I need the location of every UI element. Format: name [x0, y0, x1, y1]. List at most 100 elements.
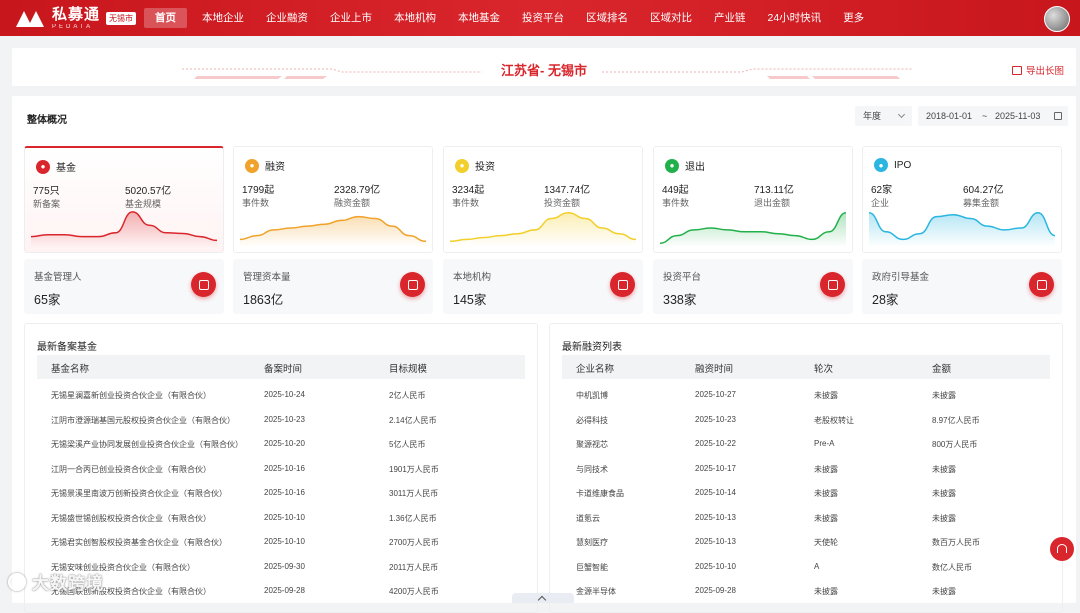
- table-cell[interactable]: 金源半导体: [576, 586, 686, 597]
- summary-card[interactable]: 本地机构 145家: [443, 259, 643, 314]
- card-value-1: 62家: [871, 185, 893, 196]
- table-cell: 1901万人民币: [389, 464, 439, 474]
- table-row[interactable]: 江阴一合丙已创业投资合伙企业（有限合伙） 2025-10-16 1901万人民币: [37, 456, 525, 481]
- table-row[interactable]: 中机凯博 2025-10-27 未披露 未披露: [562, 382, 1050, 407]
- date-start[interactable]: 2018-01-01: [926, 106, 972, 126]
- bar-chart-icon[interactable]: [820, 272, 845, 297]
- table-cell: 2025-10-23: [264, 414, 305, 424]
- table-cell: A: [814, 561, 820, 571]
- card-trend-chart: [660, 212, 846, 247]
- table-row[interactable]: 无锡国联创新股权投资合伙企业（有限合伙） 2025-09-28 4200万人民币: [37, 578, 525, 603]
- nav-item[interactable]: 本地机构: [383, 8, 447, 28]
- stat-card-financing[interactable]: ● 融资 1799起 事件数 2328.79亿 融资金额: [233, 146, 433, 253]
- stat-card-fund[interactable]: ● 基金 775只 新备案 5020.57亿 基金规模: [24, 146, 224, 253]
- table-cell[interactable]: 慧刻医疗: [576, 537, 686, 548]
- table-cell[interactable]: 无锡梁溪产业协同发展创业投资合伙企业（有限合伙）: [51, 439, 251, 450]
- table-row[interactable]: 慧刻医疗 2025-10-13 天使轮 数百万人民币: [562, 529, 1050, 554]
- table-row[interactable]: 无锡君实创智股权投资基金合伙企业（有限合伙） 2025-10-10 2700万人民币: [37, 529, 525, 554]
- table-row[interactable]: 金源半导体 2025-09-28 未披露 未披露: [562, 578, 1050, 603]
- summary-card[interactable]: 基金管理人 65家: [24, 259, 224, 314]
- table-cell[interactable]: 道氪云: [576, 513, 686, 524]
- table-cell[interactable]: 巨蟹智能: [576, 562, 686, 573]
- nav-item[interactable]: 区域对比: [639, 8, 703, 28]
- table-row[interactable]: 必得科技 2025-10-23 老股权转让 8.97亿人民币: [562, 407, 1050, 432]
- card-value-1: 449起: [662, 185, 689, 196]
- table-cell[interactable]: 江阴市澄源瑞基国元股权投资合伙企业（有限合伙）: [51, 415, 251, 426]
- table-row[interactable]: 无锡盛世锡创股权投资合伙企业（有限合伙） 2025-10-10 1.36亿人民币: [37, 505, 525, 530]
- scroll-to-top-tab[interactable]: [512, 593, 574, 603]
- nav-item[interactable]: 本地企业: [191, 8, 255, 28]
- brand-name: 私募通: [52, 5, 101, 23]
- nav-item[interactable]: 首页: [144, 8, 187, 28]
- pie-chart-icon[interactable]: [400, 272, 425, 297]
- table-row[interactable]: 无锡安味创业投资合伙企业（有限合伙） 2025-09-30 2011万人民币: [37, 554, 525, 579]
- table-cell: 未披露: [932, 513, 956, 523]
- table-cell: 2025-10-10: [264, 512, 305, 522]
- table-cell: 2025-10-20: [264, 439, 305, 448]
- period-select[interactable]: 年度: [855, 106, 912, 126]
- summary-card[interactable]: 政府引导基金 28家: [862, 259, 1062, 314]
- table-cell[interactable]: 无锡盛世锡创股权投资合伙企业（有限合伙）: [51, 513, 251, 524]
- top-nav-bar: 私募通 PEDATA 无锡市 首页 本地企业 企业融资 企业上市 本地机构 本地基金 投资平…: [0, 0, 1080, 36]
- nav-item[interactable]: 投资平台: [511, 8, 575, 28]
- nav-item[interactable]: 产业链: [703, 8, 757, 28]
- chevron-down-icon: [897, 110, 906, 119]
- card-trend-chart: [240, 215, 426, 247]
- summary-label: 投资平台: [663, 272, 702, 283]
- date-separator: ~: [982, 111, 988, 121]
- table-row[interactable]: 江阴市澄源瑞基国元股权投资合伙企业（有限合伙） 2025-10-23 2.14亿人民…: [37, 407, 525, 432]
- table-cell[interactable]: 与同技术: [576, 464, 686, 475]
- date-end[interactable]: 2025-11-03: [995, 106, 1040, 126]
- nav-item[interactable]: 更多: [832, 8, 875, 28]
- overview-panel: 整体概况 年度 2018-01-01 ~ 2025-11-03 ● 基金 775只新…: [12, 96, 1076, 613]
- table-cell[interactable]: 中机凯博: [576, 390, 686, 401]
- date-range-picker[interactable]: 2018-01-01 ~ 2025-11-03: [918, 106, 1068, 126]
- table-cell: 2025-10-13: [695, 512, 736, 522]
- table-row[interactable]: 巨蟹智能 2025-10-10 A 数亿人民币: [562, 554, 1050, 579]
- table-row[interactable]: 聚源视芯 2025-10-22 Pre-A 800万人民币: [562, 431, 1050, 456]
- table-cell[interactable]: 聚源视芯: [576, 439, 686, 450]
- summary-card[interactable]: 投资平台 338家: [653, 259, 853, 314]
- nav-item[interactable]: 本地基金: [447, 8, 511, 28]
- financing-icon: ●: [245, 158, 259, 173]
- table-cell: 2700万人民币: [389, 538, 439, 547]
- table-cell[interactable]: 无锡景溪里南波万创新投资合伙企业（有限合伙）: [51, 488, 251, 499]
- table-cell: 2025-10-10: [695, 561, 736, 571]
- table-cell[interactable]: 必得科技: [576, 415, 686, 426]
- nav-item[interactable]: 企业融资: [255, 8, 319, 28]
- table-row[interactable]: 道氪云 2025-10-13 未披露 未披露: [562, 505, 1050, 530]
- table-row[interactable]: 卡道维康食品 2025-10-14 未披露 未披露: [562, 480, 1050, 505]
- table-cell[interactable]: 江阴一合丙已创业投资合伙企业（有限合伙）: [51, 464, 251, 475]
- nav-item[interactable]: 24小时快讯: [757, 8, 833, 28]
- table-row[interactable]: 无锡景溪里南波万创新投资合伙企业（有限合伙） 2025-10-16 3011万人民币: [37, 480, 525, 505]
- table-cell: 800万人民币: [932, 440, 978, 449]
- nav-item[interactable]: 区域排名: [575, 8, 639, 28]
- card-value-1: 1799起: [242, 185, 275, 196]
- table-cell[interactable]: 无锡君实创智股权投资基金合伙企业（有限合伙）: [51, 537, 251, 548]
- brand-logo[interactable]: 私募通 PEDATA 无锡市: [16, 7, 144, 30]
- summary-card[interactable]: 管理资本量 1863亿: [233, 259, 433, 314]
- city-tag[interactable]: 无锡市: [106, 11, 137, 25]
- table-cell[interactable]: 无锡星澜嘉新创业投资合伙企业（有限合伙）: [51, 390, 251, 401]
- watermark: 大数跨境: [8, 569, 104, 594]
- stat-card-investment[interactable]: ● 投资 3234起 事件数 1347.74亿 投资金额: [443, 146, 643, 253]
- bank-icon[interactable]: [610, 272, 635, 297]
- customer-service-button[interactable]: [1050, 537, 1074, 561]
- table-row[interactable]: 与同技术 2025-10-17 未披露 未披露: [562, 456, 1050, 481]
- manager-icon[interactable]: [191, 272, 216, 297]
- table-cell: Pre-A: [814, 439, 835, 448]
- table-row[interactable]: 无锡星澜嘉新创业投资合伙企业（有限合伙） 2025-10-24 2亿人民币: [37, 382, 525, 407]
- table-cell[interactable]: 卡道维康食品: [576, 488, 686, 499]
- table-title: 最新融资列表: [562, 342, 622, 353]
- nav-item[interactable]: 企业上市: [319, 8, 383, 28]
- user-avatar[interactable]: [1044, 6, 1070, 32]
- export-long-image-button[interactable]: 导出长图: [1011, 63, 1064, 77]
- stat-card-ipo[interactable]: ● IPO 62家 企业 604.27亿 募集金额: [862, 146, 1062, 253]
- table-cell: 未披露: [932, 489, 956, 498]
- card-trend-chart: [31, 211, 217, 248]
- stat-card-exit[interactable]: ● 退出 449起 事件数 713.11亿 退出金额: [653, 146, 853, 253]
- table-cell: 2025-10-23: [695, 414, 736, 424]
- table-row[interactable]: 无锡梁溪产业协同发展创业投资合伙企业（有限合伙） 2025-10-20 5亿人民币: [37, 431, 525, 456]
- summary-label: 政府引导基金: [872, 272, 930, 283]
- trend-icon[interactable]: [1029, 272, 1054, 297]
